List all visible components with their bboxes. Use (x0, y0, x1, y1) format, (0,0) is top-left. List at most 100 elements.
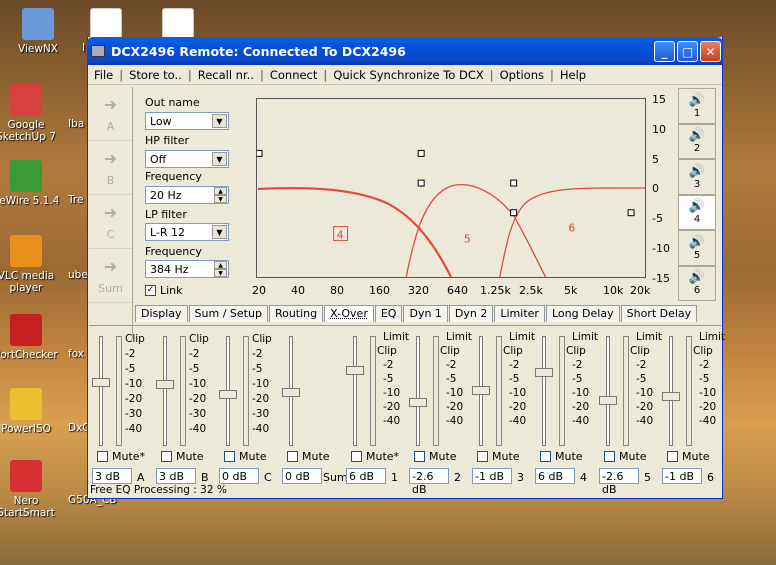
fader-knob[interactable] (409, 398, 427, 407)
mute-checkbox[interactable]: Mute (414, 450, 457, 463)
fader-track[interactable] (669, 336, 673, 446)
maximize-button[interactable]: □ (677, 41, 698, 62)
gain-field[interactable]: 6 dB (535, 468, 575, 484)
gain-field[interactable]: 6 dB (346, 468, 386, 484)
tab-short-delay[interactable]: Short Delay (620, 305, 698, 322)
menu-help[interactable]: Help (554, 68, 592, 82)
tab-sum-setup[interactable]: Sum / Setup (188, 305, 268, 322)
output-5-button[interactable]: 🔊 5 (678, 230, 716, 266)
fader-track[interactable] (99, 336, 103, 446)
fader-track[interactable] (416, 336, 420, 446)
menu-connect[interactable]: Connect (264, 68, 324, 82)
fader-knob[interactable] (472, 386, 490, 395)
gain-field[interactable]: -1 dB (662, 468, 702, 484)
tab-eq[interactable]: EQ (374, 305, 403, 322)
tab-limiter[interactable]: Limiter (494, 305, 545, 322)
tab-routing[interactable]: Routing (268, 305, 324, 322)
desktop-icon[interactable]: neWire 5.1.4 (0, 160, 64, 207)
fader-knob[interactable] (346, 366, 364, 375)
spin-up-icon[interactable]: ▲ (214, 187, 227, 195)
mute-checkbox[interactable]: Mute (224, 450, 267, 463)
fader-knob[interactable] (92, 378, 110, 387)
minimize-button[interactable]: _ (654, 41, 675, 62)
desktop-icon[interactable]: Nero StartSmart (0, 460, 64, 519)
frequency-1-spinner[interactable]: 20 Hz ▲ ▼ (145, 186, 229, 204)
output-1-button[interactable]: 🔊 1 (678, 88, 716, 124)
fader-knob[interactable] (535, 368, 553, 377)
gain-field[interactable]: -2.6 dB (599, 468, 639, 496)
xover-graph[interactable]: 4 5 6 (256, 98, 646, 278)
tab-dyn-1[interactable]: Dyn 1 (403, 305, 448, 322)
fader-knob[interactable] (662, 392, 680, 401)
checkbox-box[interactable] (477, 451, 488, 462)
checkbox-box[interactable] (97, 451, 108, 462)
output-6-button[interactable]: 🔊 6 (678, 265, 716, 301)
desktop-icon[interactable]: VLC media player (0, 235, 64, 294)
nav-c-button[interactable]: ➜ C (89, 195, 132, 249)
link-checkbox[interactable]: ✓ Link (145, 284, 183, 297)
tab-dyn-2[interactable]: Dyn 2 (448, 305, 494, 322)
menu-recall-nr-[interactable]: Recall nr.. (192, 68, 260, 82)
checkmark-icon[interactable]: ✓ (145, 285, 156, 296)
desktop-icon[interactable]: ViewNX (0, 8, 76, 55)
tab-x-over[interactable]: X-Over (324, 305, 374, 322)
desktop-icon[interactable]: PortChecker (0, 314, 64, 361)
checkbox-box[interactable] (161, 451, 172, 462)
chevron-down-icon[interactable]: ▼ (212, 225, 227, 239)
menu-quick-synchronize-to-dcx[interactable]: Quick Synchronize To DCX (327, 68, 489, 82)
mute-checkbox[interactable]: Mute (287, 450, 330, 463)
hp-filter-select[interactable]: Off ▼ (145, 150, 229, 168)
checkbox-box[interactable] (414, 451, 425, 462)
frequency-2-spinner[interactable]: 384 Hz ▲ ▼ (145, 260, 229, 278)
desktop-icon[interactable]: Google SketchUp 7 (0, 84, 64, 143)
desktop-icon[interactable]: Tre (68, 194, 88, 206)
desktop-icon[interactable]: fox (68, 348, 88, 360)
chevron-down-icon[interactable]: ▼ (212, 114, 227, 128)
nav-sum-button[interactable]: ➜ Sum (89, 249, 132, 303)
output-3-button[interactable]: 🔊 3 (678, 159, 716, 195)
menu-options[interactable]: Options (494, 68, 550, 82)
spin-down-icon[interactable]: ▼ (214, 195, 227, 203)
nav-a-button[interactable]: ➜ A (89, 87, 132, 141)
mute-checkbox[interactable]: Mute* (97, 450, 145, 463)
fader-knob[interactable] (599, 396, 617, 405)
tab-display[interactable]: Display (135, 305, 188, 322)
mute-checkbox[interactable]: Mute (604, 450, 647, 463)
title-bar[interactable]: DCX2496 Remote: Connected To DCX2496 _ □… (87, 37, 723, 65)
fader-knob[interactable] (282, 388, 300, 397)
checkbox-box[interactable] (351, 451, 362, 462)
fader-knob[interactable] (156, 380, 174, 389)
checkbox-box[interactable] (667, 451, 678, 462)
mute-checkbox[interactable]: Mute* (351, 450, 399, 463)
fader-track[interactable] (606, 336, 610, 446)
mute-checkbox[interactable]: Mute (667, 450, 710, 463)
fader-track[interactable] (542, 336, 546, 446)
fader-knob[interactable] (219, 390, 237, 399)
menu-file[interactable]: File (88, 68, 119, 82)
fader-track[interactable] (163, 336, 167, 446)
checkbox-box[interactable] (540, 451, 551, 462)
lp-filter-select[interactable]: L-R 12 ▼ (145, 223, 229, 241)
desktop-icon[interactable]: G50A_CB (68, 494, 116, 506)
gain-field[interactable]: 0 dB (282, 468, 322, 484)
desktop-icon[interactable]: Iba (68, 118, 88, 130)
mute-checkbox[interactable]: Mute (540, 450, 583, 463)
checkbox-box[interactable] (224, 451, 235, 462)
desktop-icon[interactable]: ube (68, 269, 88, 281)
mute-checkbox[interactable]: Mute (161, 450, 204, 463)
close-button[interactable]: ✕ (700, 41, 721, 62)
gain-field[interactable]: -2.6 dB (409, 468, 449, 496)
gain-field[interactable]: 3 dB (156, 468, 196, 484)
gain-field[interactable]: 3 dB (92, 468, 132, 484)
spin-down-icon[interactable]: ▼ (214, 269, 227, 277)
gain-field[interactable]: -1 dB (472, 468, 512, 484)
menu-store-to-[interactable]: Store to.. (123, 68, 188, 82)
mute-checkbox[interactable]: Mute (477, 450, 520, 463)
gain-field[interactable]: 0 dB (219, 468, 259, 484)
desktop-icon[interactable]: DxC (68, 422, 90, 434)
out-name-select[interactable]: Low ▼ (145, 112, 229, 130)
output-2-button[interactable]: 🔊 2 (678, 123, 716, 159)
tab-long-delay[interactable]: Long Delay (545, 305, 620, 322)
checkbox-box[interactable] (604, 451, 615, 462)
checkbox-box[interactable] (287, 451, 298, 462)
